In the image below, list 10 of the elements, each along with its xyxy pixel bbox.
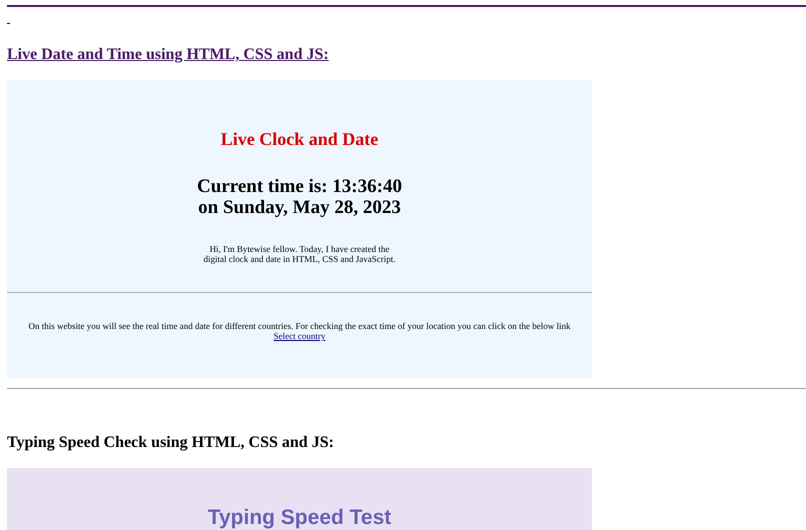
current-date: on Sunday, May 28, 2023 (198, 197, 401, 218)
intro-text: Hi, I'm Bytewise fellow. Today, I have created the digital clock and date in HTML, CSS and JavaScript. (202, 244, 396, 264)
select-country-link[interactable]: Select country (274, 331, 326, 341)
current-time: Current time is: 13:36:40 (197, 176, 402, 197)
info-text: On this website you will see the real time and date for different countries. For checking the exact time of your location you can click on the below link (28, 321, 570, 331)
link-underline[interactable] (7, 23, 10, 24)
typing-title: Typing Speed Test (208, 506, 392, 530)
section-heading: Typing Speed Check using HTML, CSS and JS: (7, 434, 335, 452)
section-heading[interactable]: Live Date and Time using HTML, CSS and JS: (7, 46, 806, 64)
clock-title: Live Clock and Date (220, 129, 378, 150)
